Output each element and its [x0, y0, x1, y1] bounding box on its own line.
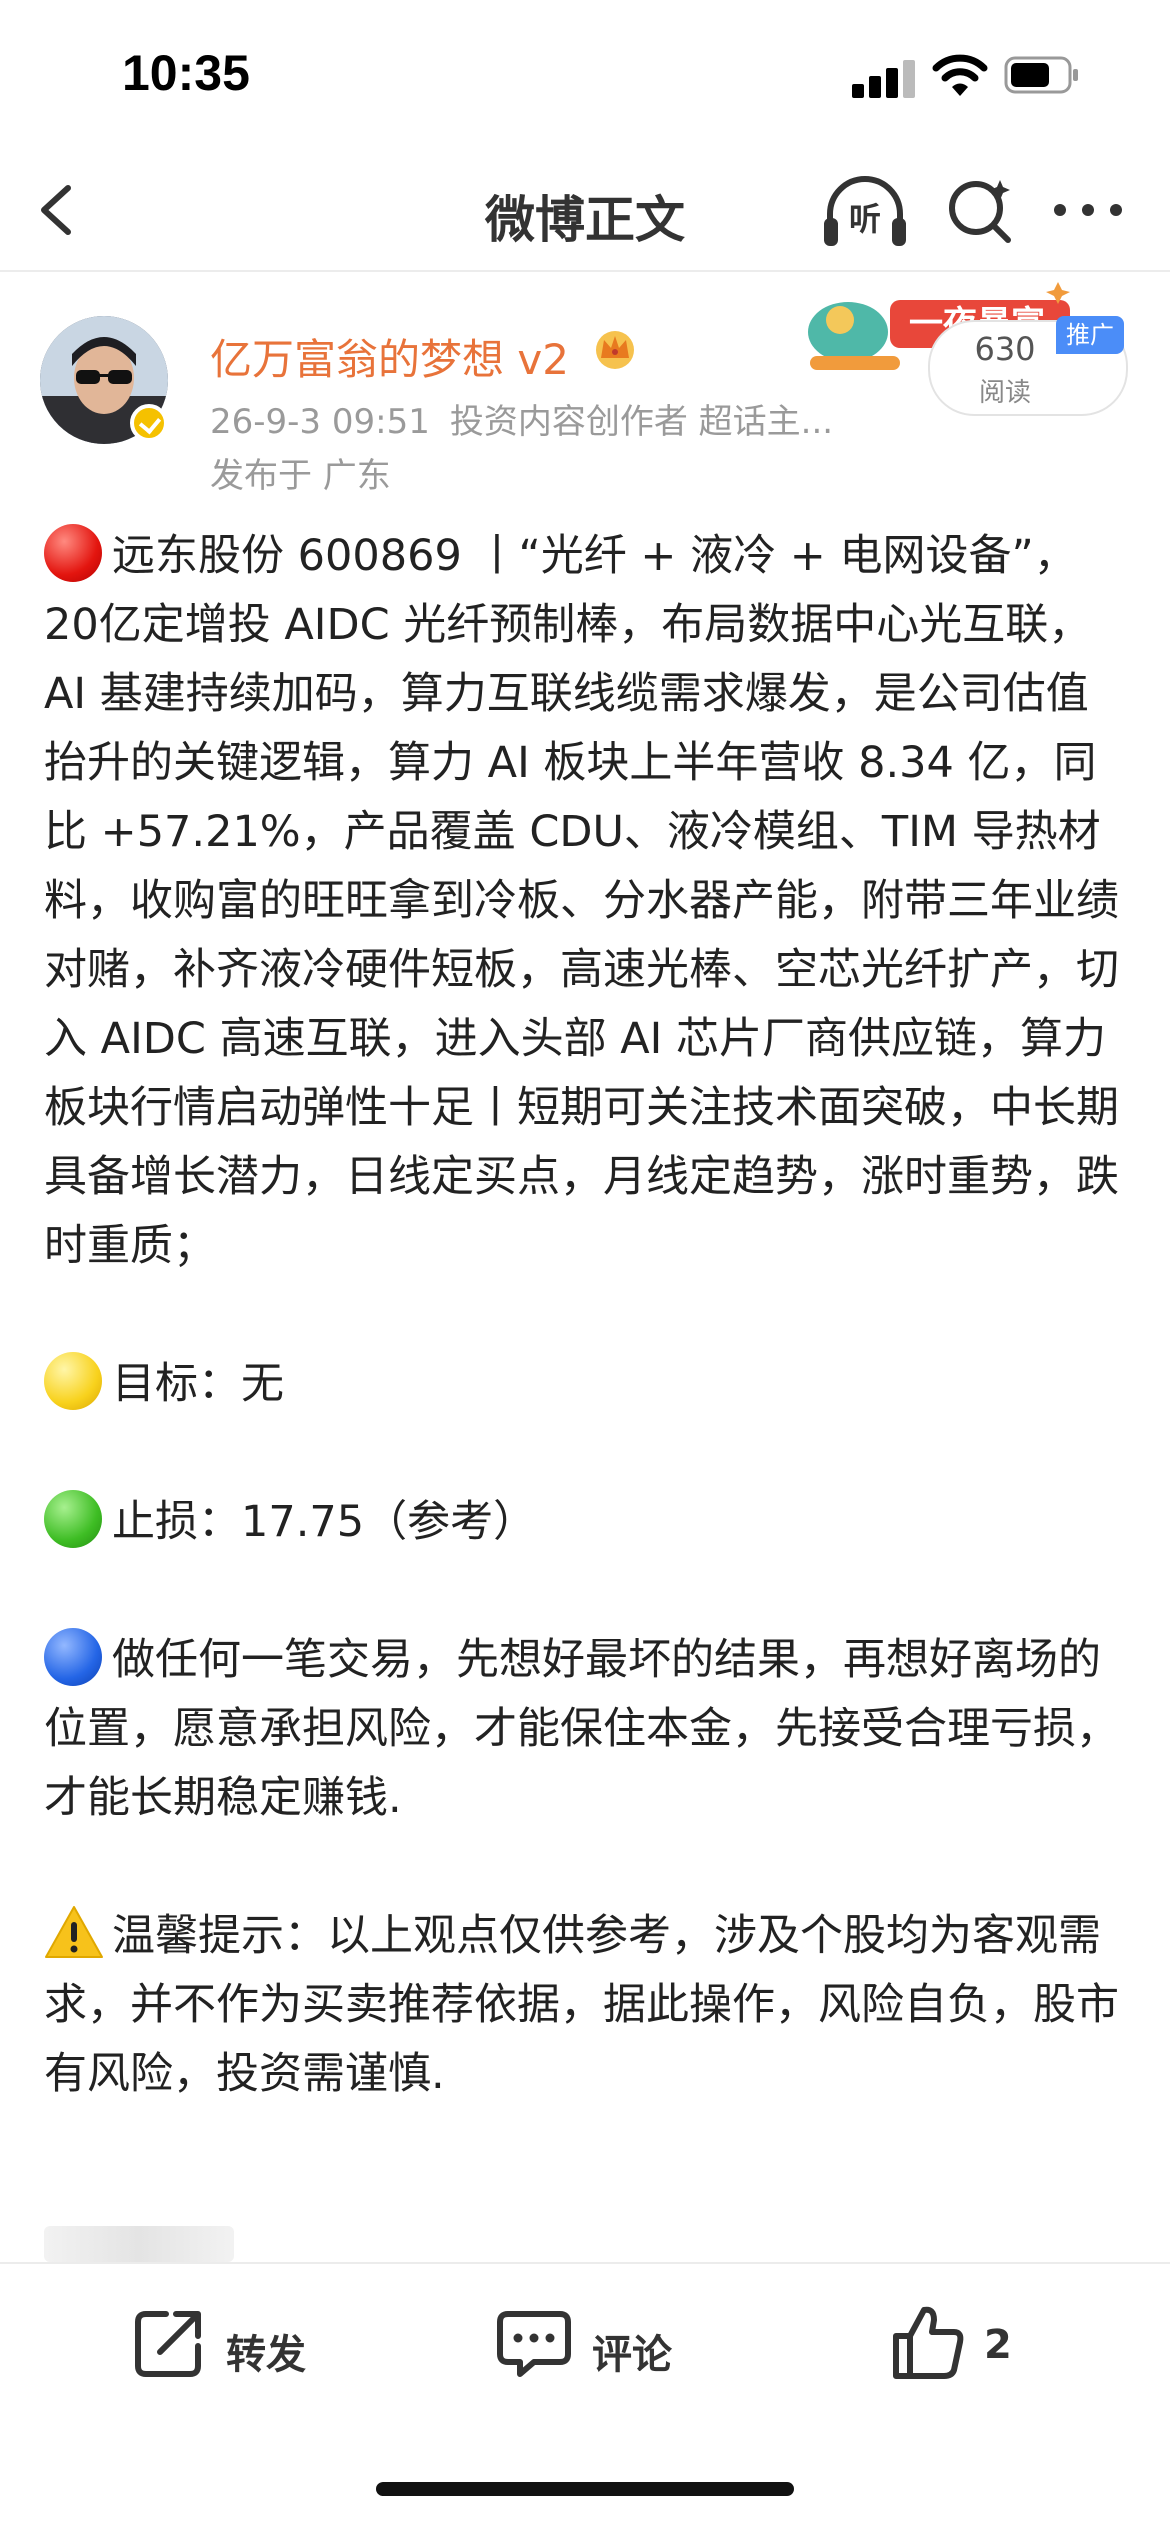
warning-icon — [45, 1906, 103, 1958]
verified-badge-icon — [130, 404, 168, 442]
status-time: 10:35 — [122, 45, 250, 101]
crown-icon — [596, 331, 634, 369]
nav-bar: 微博正文 听 — [0, 150, 1170, 272]
blue-circle-icon — [44, 1628, 102, 1686]
like-count: 2 — [984, 2322, 1012, 2368]
read-label: 阅读 — [978, 378, 1031, 408]
wifi-icon — [932, 54, 988, 96]
yellow-circle-icon — [44, 1352, 102, 1410]
author-name[interactable]: 亿万富翁的梦想 v2 — [210, 326, 569, 387]
green-circle-icon — [44, 1490, 102, 1548]
comment-button[interactable]: 评论 — [494, 2302, 694, 2392]
post-main-text: 远东股份 600869 丨“光纤 + 液冷 + 电网设备”，20亿定增投 AID… — [44, 531, 1119, 1271]
post-meta: 26-9-3 09:51 投资内容创作者 超话主... — [210, 394, 853, 443]
post-stop-loss: 止损：17.75（参考） — [44, 1488, 1130, 1557]
post-disclaimer: 温馨提示：以上观点仅供参考，涉及个股均为客观需求，并不作为买卖推荐依据，据此操作… — [44, 1902, 1130, 2109]
repost-label: 转发 — [226, 2332, 306, 2378]
target-text: 目标：无 — [112, 1359, 284, 1409]
thumbs-up-icon — [893, 2306, 964, 2379]
stop-loss-text: 止损：17.75（参考） — [112, 1497, 537, 1547]
comment-icon — [497, 2311, 571, 2377]
status-bar: 10:35 — [0, 0, 1170, 150]
post-timestamp: 26-9-3 09:51 — [210, 402, 430, 442]
listen-label: 听 — [848, 200, 881, 238]
listen-button[interactable]: 听 — [820, 172, 910, 252]
more-options-icon[interactable] — [1050, 180, 1130, 240]
home-indicator — [376, 2482, 794, 2496]
advice-text: 做任何一笔交易，先想好最坏的结果，再想好离场的位置，愿意承担风险，才能保住本金，… — [44, 1635, 1119, 1823]
post-location: 发布于 广东 — [210, 456, 391, 496]
red-circle-icon — [44, 524, 102, 582]
truncated-content — [44, 2226, 234, 2262]
post-target: 目标：无 — [44, 1350, 1130, 1419]
author-tags: 投资内容创作者 超话主... — [449, 402, 834, 442]
battery-icon — [1004, 56, 1078, 94]
repost-button[interactable]: 转发 — [130, 2302, 330, 2392]
ad-tag: 推广 — [1056, 316, 1124, 354]
search-icon[interactable] — [944, 174, 1016, 246]
repost-icon — [135, 2311, 201, 2377]
post-advice: 做任何一笔交易，先想好最坏的结果，再想好离场的位置，愿意承担风险，才能保住本金，… — [44, 1626, 1130, 1833]
like-button[interactable]: 2 — [888, 2302, 1028, 2392]
post-body: 远东股份 600869 丨“光纤 + 液冷 + 电网设备”，20亿定增投 AID… — [44, 522, 1130, 2178]
disclaimer-text: 温馨提示：以上观点仅供参考，涉及个股均为客观需求，并不作为买卖推荐依据，据此操作… — [44, 1911, 1119, 2099]
comment-label: 评论 — [592, 2332, 672, 2378]
post-paragraph: 远东股份 600869 丨“光纤 + 液冷 + 电网设备”，20亿定增投 AID… — [44, 522, 1130, 1281]
cellular-signal-icon — [852, 58, 916, 98]
